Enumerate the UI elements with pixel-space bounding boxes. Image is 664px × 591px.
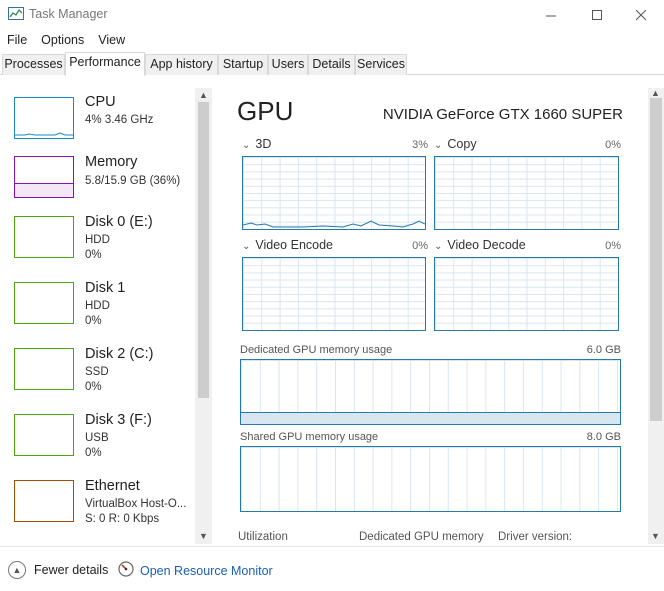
utilization-label: Utilization xyxy=(238,531,288,543)
resource-usage: 0% xyxy=(85,447,102,459)
resource-name: Disk 2 (C:) xyxy=(85,346,154,362)
resource-disk-2[interactable]: Disk 2 (C:) SSD 0% xyxy=(0,346,196,408)
engine-video-decode-dropdown[interactable]: ⌄ Video Decode xyxy=(434,238,526,252)
engine-copy-dropdown[interactable]: ⌄ Copy xyxy=(434,137,477,151)
engine-label: Video Encode xyxy=(255,238,334,252)
engine-percent: 0% xyxy=(605,139,621,151)
resource-type: HDD xyxy=(85,234,110,246)
chevron-down-icon: ⌄ xyxy=(242,241,251,252)
chevron-down-icon: ⌄ xyxy=(242,140,251,151)
resource-name: Disk 0 (E:) xyxy=(85,214,153,230)
resource-type: USB xyxy=(85,432,109,444)
open-resource-monitor-label: Open Resource Monitor xyxy=(140,563,273,578)
resource-detail: VirtualBox Host-O... xyxy=(85,498,187,510)
resource-cpu[interactable]: CPU 4% 3.46 GHz xyxy=(0,88,196,148)
resource-type: HDD xyxy=(85,300,110,312)
cpu-thumbnail-graph xyxy=(14,97,74,139)
disk-thumbnail-graph xyxy=(14,282,74,324)
left-scrollbar-thumb[interactable] xyxy=(198,102,209,398)
dedicated-memory-graph xyxy=(240,359,621,425)
disk-thumbnail-graph xyxy=(14,414,74,456)
engine-percent: 0% xyxy=(412,240,428,252)
task-manager-icon xyxy=(8,7,24,21)
engine-copy-graph xyxy=(434,156,619,230)
disk-thumbnail-graph xyxy=(14,348,74,390)
resource-disk-1[interactable]: Disk 1 HDD 0% xyxy=(0,280,196,342)
engine-3d-graph xyxy=(242,156,426,230)
scroll-up-arrow-icon[interactable]: ▲ xyxy=(651,88,660,98)
shared-memory-value: 8.0 GB xyxy=(586,431,621,443)
engine-label: Copy xyxy=(447,137,477,151)
resource-name: Memory xyxy=(85,154,138,170)
resource-memory[interactable]: Memory 5.8/15.9 GB (36%) xyxy=(0,154,196,214)
shared-memory-label: Shared GPU memory usage xyxy=(240,431,379,443)
close-icon xyxy=(635,9,646,20)
engine-label: 3D xyxy=(255,137,272,151)
footer-bar: ▲ Fewer details Open Resource Monitor xyxy=(0,546,664,591)
close-button[interactable] xyxy=(618,0,664,30)
disk-thumbnail-graph xyxy=(14,216,74,258)
resource-disk-0[interactable]: Disk 0 (E:) HDD 0% xyxy=(0,214,196,276)
resource-usage: 0% xyxy=(85,315,102,327)
tab-strip: Processes Performance App history Startu… xyxy=(0,52,664,76)
gpu-model: NVIDIA GeForce GTX 1660 SUPER xyxy=(382,106,623,123)
resource-detail: 5.8/15.9 GB (36%) xyxy=(85,175,181,187)
maximize-button[interactable] xyxy=(574,0,620,30)
engine-video-encode-dropdown[interactable]: ⌄ Video Encode xyxy=(242,238,333,252)
resource-name: Disk 3 (F:) xyxy=(85,412,152,428)
tab-details[interactable]: Details xyxy=(308,54,355,75)
driver-version-label: Driver version: xyxy=(498,531,573,543)
engine-video-decode-graph xyxy=(434,257,619,331)
tab-app-history[interactable]: App history xyxy=(145,54,218,75)
tab-users[interactable]: Users xyxy=(268,54,308,75)
right-scrollbar-thumb[interactable] xyxy=(650,98,662,421)
resource-monitor-icon xyxy=(118,561,134,580)
resource-disk-3[interactable]: Disk 3 (F:) USB 0% xyxy=(0,412,196,474)
memory-thumbnail-graph xyxy=(14,156,74,198)
resource-usage: 0% xyxy=(85,381,102,393)
menu-options[interactable]: Options xyxy=(34,31,91,49)
dedicated-memory-value: 6.0 GB xyxy=(586,344,621,356)
resource-type: SSD xyxy=(85,366,109,378)
engine-label: Video Decode xyxy=(447,238,526,252)
window-title: Task Manager xyxy=(29,7,108,21)
scroll-down-arrow-icon[interactable]: ▼ xyxy=(651,531,660,541)
open-resource-monitor-link[interactable]: Open Resource Monitor xyxy=(118,561,273,580)
resource-detail: 4% 3.46 GHz xyxy=(85,114,154,126)
chevron-down-icon: ⌄ xyxy=(434,241,443,252)
ethernet-thumbnail-graph xyxy=(14,480,74,522)
fewer-details-button[interactable]: ▲ Fewer details xyxy=(8,561,108,579)
menu-bar: File Options View xyxy=(0,31,132,49)
engine-percent: 0% xyxy=(605,240,621,252)
tab-startup[interactable]: Startup xyxy=(218,54,268,75)
fewer-details-label: Fewer details xyxy=(34,563,109,577)
menu-view[interactable]: View xyxy=(91,31,132,49)
minimize-button[interactable] xyxy=(528,0,574,30)
resource-name: CPU xyxy=(85,94,116,110)
scroll-down-arrow-icon[interactable]: ▼ xyxy=(199,531,208,541)
engine-percent: 3% xyxy=(412,139,428,151)
dedicated-gpu-memory-label: Dedicated GPU memory xyxy=(359,531,484,543)
chevron-up-icon: ▲ xyxy=(8,561,26,579)
chevron-down-icon: ⌄ xyxy=(434,140,443,151)
resource-name: Disk 1 xyxy=(85,280,126,296)
tab-services[interactable]: Services xyxy=(355,54,407,75)
menu-file[interactable]: File xyxy=(0,31,34,49)
shared-memory-graph xyxy=(240,446,621,512)
scroll-up-arrow-icon[interactable]: ▲ xyxy=(199,90,208,100)
maximize-icon xyxy=(591,9,602,20)
dedicated-memory-label: Dedicated GPU memory usage xyxy=(240,344,393,356)
resource-name: Ethernet xyxy=(85,478,140,494)
title-bar: Task Manager xyxy=(0,0,664,30)
resource-usage: 0% xyxy=(85,249,102,261)
resource-list: CPU 4% 3.46 GHz Memory 5.8/15.9 GB (36%)… xyxy=(0,88,212,546)
resource-throughput: S: 0 R: 0 Kbps xyxy=(85,513,160,525)
gpu-title: GPU xyxy=(237,96,294,126)
engine-3d-dropdown[interactable]: ⌄ 3D xyxy=(242,137,271,151)
resource-ethernet[interactable]: Ethernet VirtualBox Host-O... S: 0 R: 0 … xyxy=(0,478,196,540)
tab-processes[interactable]: Processes xyxy=(2,54,65,75)
tab-performance[interactable]: Performance xyxy=(65,52,145,76)
engine-video-encode-graph xyxy=(242,257,426,331)
minimize-icon xyxy=(545,15,556,16)
